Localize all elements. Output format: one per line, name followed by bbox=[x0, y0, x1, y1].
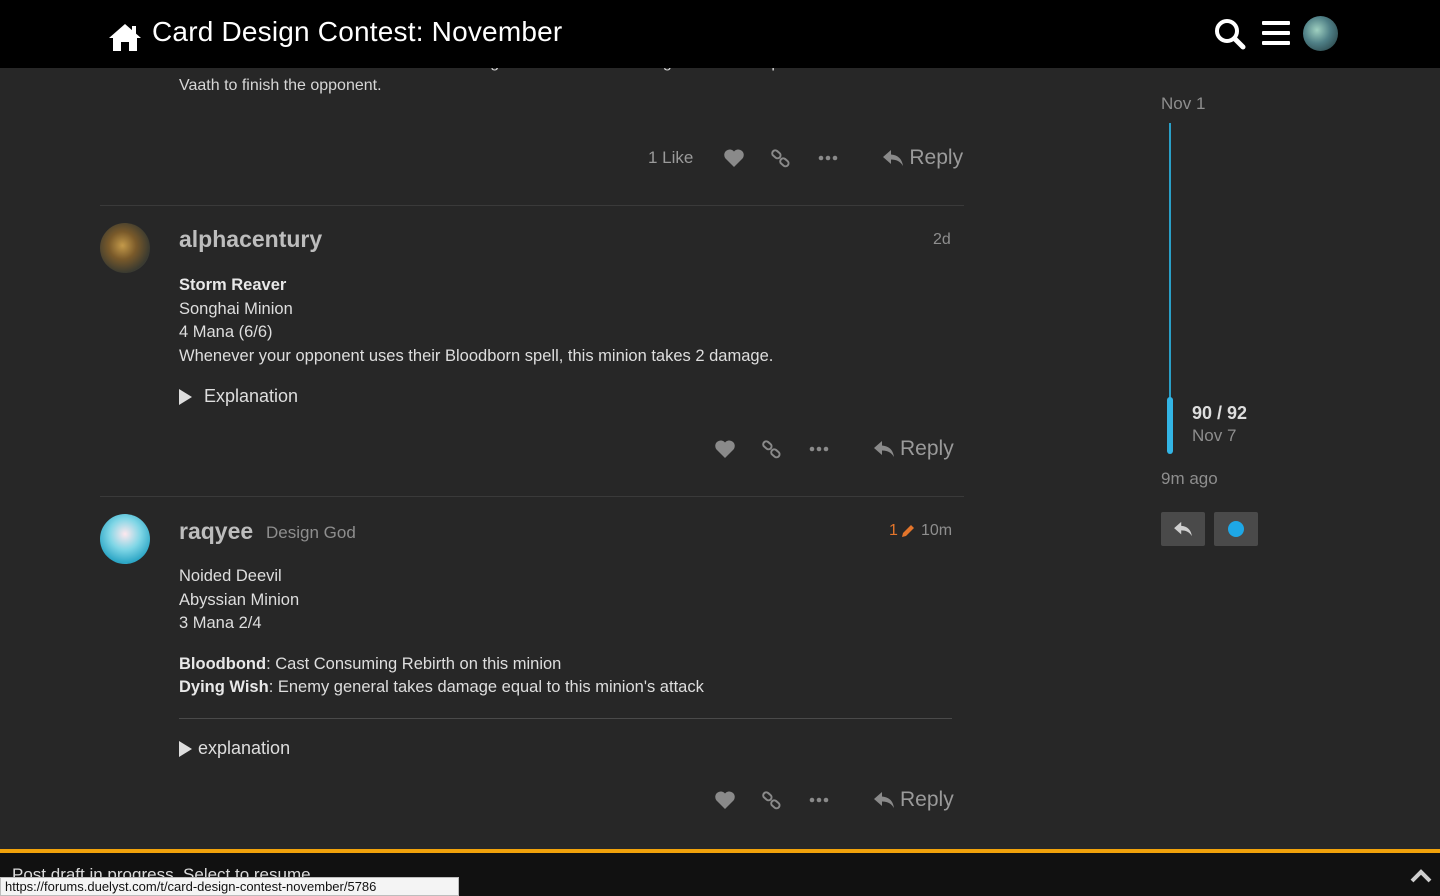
reply-button[interactable]: Reply bbox=[873, 788, 954, 812]
post-actions: 1 Like Reply bbox=[648, 143, 963, 173]
post-line: Abyssian Minion bbox=[179, 590, 300, 609]
post-body: Storm Reaver Songhai Minion 4 Mana (6/6)… bbox=[179, 274, 773, 368]
more-icon[interactable] bbox=[808, 789, 830, 811]
heart-icon[interactable] bbox=[714, 789, 736, 811]
timeline-start-date[interactable]: Nov 1 bbox=[1161, 94, 1205, 114]
post-horizontal-rule bbox=[179, 718, 952, 719]
avatar[interactable] bbox=[100, 514, 150, 564]
link-icon[interactable] bbox=[761, 438, 783, 460]
reply-icon bbox=[874, 792, 894, 808]
post-username[interactable]: alphacentury bbox=[179, 226, 322, 253]
reply-label: Reply bbox=[909, 146, 964, 169]
post-line: Songhai Minion bbox=[179, 299, 293, 318]
browser-status-url: https://forums.duelyst.com/t/card-design… bbox=[0, 877, 460, 896]
edit-count: 1 bbox=[889, 522, 898, 539]
details-label: explanation bbox=[198, 738, 291, 758]
avatar[interactable] bbox=[100, 223, 150, 273]
post-date[interactable]: 10m bbox=[921, 522, 952, 540]
reply-icon bbox=[883, 150, 904, 166]
timeline-reply-button[interactable] bbox=[1161, 512, 1205, 546]
reply-label: Reply bbox=[900, 437, 954, 460]
details-label: Explanation bbox=[204, 386, 299, 406]
post-line: Whenever your opponent uses their Bloodb… bbox=[179, 346, 774, 365]
post-actions: Reply bbox=[714, 785, 954, 815]
timeline-end-date[interactable]: 9m ago bbox=[1161, 469, 1218, 489]
post-divider bbox=[100, 205, 964, 206]
more-icon[interactable] bbox=[808, 438, 830, 460]
ability-keyword: Dying Wish bbox=[179, 678, 269, 696]
post-username[interactable]: raqyee bbox=[179, 518, 253, 545]
ability-text: : Enemy general takes damage equal to th… bbox=[268, 678, 704, 696]
post-date[interactable]: 2d bbox=[933, 231, 951, 249]
like-count[interactable]: 1 Like bbox=[648, 148, 693, 168]
explanation-toggle[interactable]: Explanation bbox=[179, 386, 298, 407]
home-icon[interactable] bbox=[107, 22, 143, 52]
topic-title[interactable]: Card Design Contest: November bbox=[152, 16, 562, 48]
heart-icon[interactable] bbox=[714, 438, 736, 460]
reply-icon bbox=[1174, 521, 1192, 537]
pencil-icon bbox=[901, 525, 914, 537]
reply-button[interactable]: Reply bbox=[882, 146, 963, 170]
site-header: Card Design Contest: November bbox=[0, 0, 1440, 68]
post-actions: Reply bbox=[714, 434, 954, 464]
link-icon[interactable] bbox=[770, 147, 792, 169]
post-line: 3 Mana 2/4 bbox=[179, 614, 262, 632]
reply-button[interactable]: Reply bbox=[873, 437, 954, 461]
triangle-right-icon bbox=[179, 388, 192, 405]
hamburger-icon[interactable] bbox=[1262, 20, 1290, 46]
card-name: Storm Reaver bbox=[179, 276, 287, 294]
post-body: Noided Deevil Abyssian Minion 3 Mana 2/4… bbox=[179, 565, 704, 700]
notification-level-button[interactable] bbox=[1214, 512, 1258, 546]
explanation-toggle[interactable]: explanation bbox=[179, 738, 290, 759]
ability-text: : Cast Consuming Rebirth on this minion bbox=[266, 654, 562, 673]
link-icon[interactable] bbox=[761, 789, 783, 811]
ability-keyword: Bloodbond bbox=[179, 654, 267, 673]
search-icon[interactable] bbox=[1214, 18, 1246, 50]
heart-icon[interactable] bbox=[723, 147, 745, 169]
triangle-right-icon bbox=[179, 740, 192, 757]
current-user-avatar[interactable] bbox=[1303, 16, 1338, 51]
more-icon[interactable] bbox=[817, 147, 839, 169]
post-line: Noided Deevil bbox=[179, 567, 282, 585]
tracking-dot-icon bbox=[1228, 521, 1244, 537]
post-line: 4 Mana (6/6) bbox=[179, 323, 273, 341]
edit-history-badge[interactable]: 1 bbox=[889, 522, 916, 540]
post-divider bbox=[100, 496, 964, 497]
reply-icon bbox=[874, 441, 894, 457]
user-title: Design God bbox=[266, 523, 356, 542]
timeline-position-date: Nov 7 bbox=[1192, 426, 1237, 445]
previous-post-text: Vaath to finish the opponent. bbox=[179, 77, 382, 94]
chevron-up-icon[interactable] bbox=[1410, 867, 1432, 883]
timeline-position: 90 / 92 bbox=[1192, 403, 1248, 423]
reply-label: Reply bbox=[900, 788, 954, 811]
timeline-handle[interactable] bbox=[1167, 397, 1173, 454]
